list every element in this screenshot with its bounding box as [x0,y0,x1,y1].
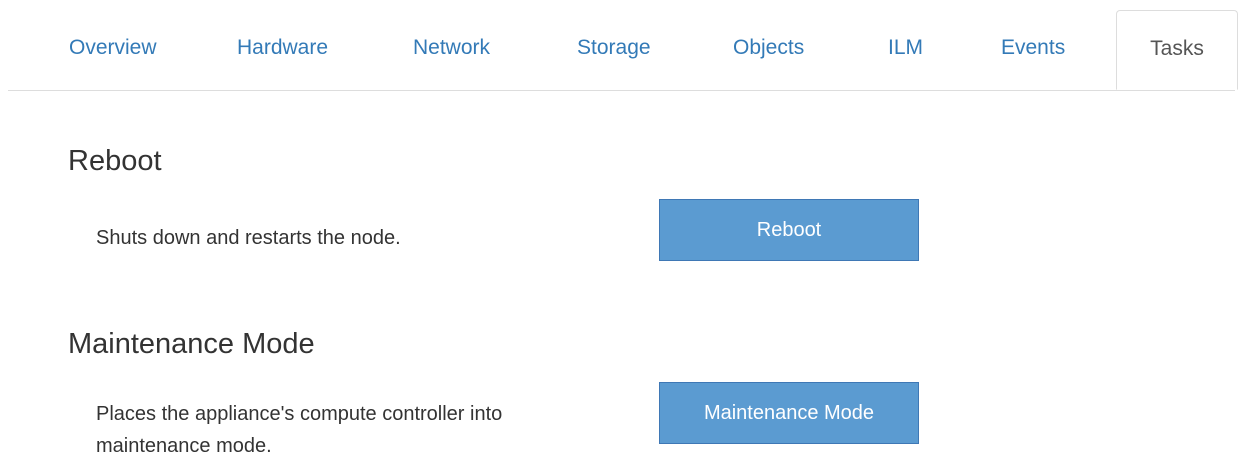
tab-tasks[interactable]: Tasks [1116,10,1238,90]
maintenance-mode-button[interactable]: Maintenance Mode [659,382,919,444]
tab-hardware[interactable]: Hardware [237,36,328,60]
tab-network[interactable]: Network [413,36,490,60]
maintenance-description: Places the appliance's compute controlle… [96,403,503,457]
node-tabs: Overview Hardware Network Storage Object… [8,0,1238,91]
reboot-button[interactable]: Reboot [659,199,919,261]
tab-storage[interactable]: Storage [577,36,651,60]
reboot-description: Shuts down and restarts the node. [96,227,401,249]
tab-objects[interactable]: Objects [733,36,804,60]
tab-overview[interactable]: Overview [69,36,157,60]
tab-events[interactable]: Events [1001,36,1065,60]
maintenance-section-title: Maintenance Mode [68,328,315,360]
tab-ilm[interactable]: ILM [888,36,923,60]
reboot-section-title: Reboot [68,145,162,177]
